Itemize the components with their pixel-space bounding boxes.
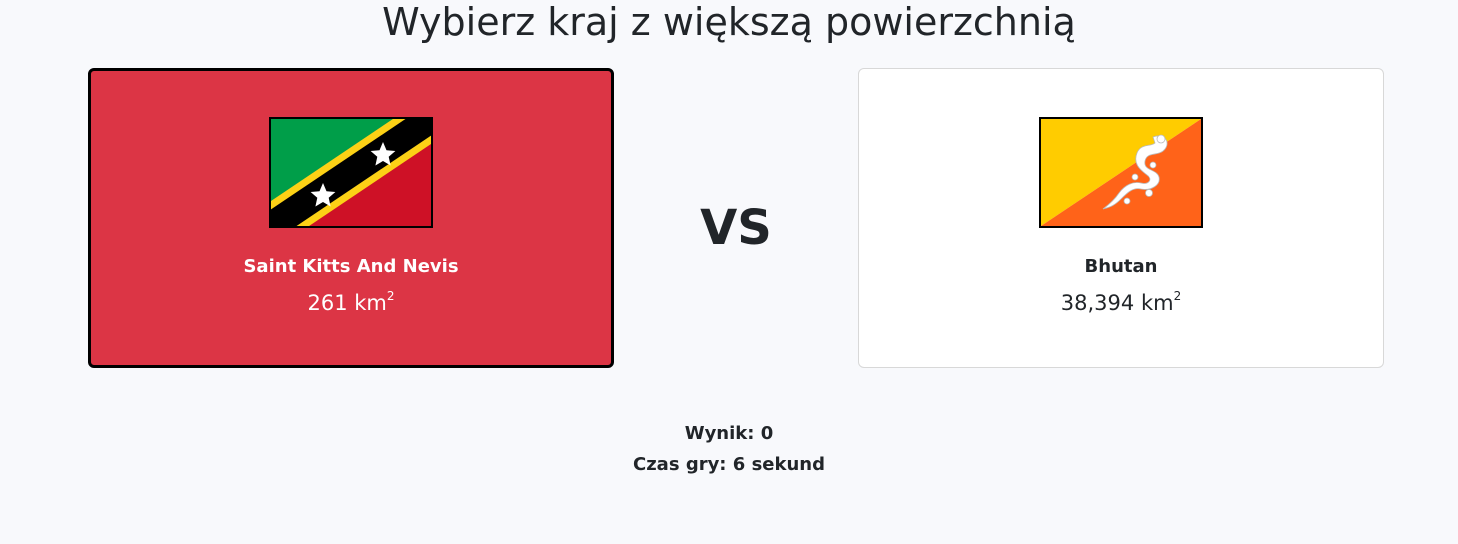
bhutan-flag-icon xyxy=(1039,117,1203,228)
country-area-right: 38,394 km2 xyxy=(859,289,1383,315)
page-title: Wybierz kraj z większą powierzchnią xyxy=(382,0,1076,44)
country-card-left[interactable]: Saint Kitts And Nevis 261 km2 xyxy=(88,68,614,368)
country-name-left: Saint Kitts And Nevis xyxy=(243,256,459,277)
country-card-right[interactable]: Bhutan 38,394 km2 xyxy=(858,68,1384,368)
country-area-value-left: 261 xyxy=(307,291,348,315)
score-text: Wynik: 0 xyxy=(684,423,774,444)
country-area-left: 261 km2 xyxy=(91,289,611,315)
saint-kitts-and-nevis-flag-icon xyxy=(269,117,433,228)
area-unit-left: km xyxy=(354,291,387,315)
area-unit-right: km xyxy=(1140,291,1174,315)
country-area-value-right: 38,394 xyxy=(1060,291,1135,315)
area-unit-sup-left: 2 xyxy=(386,289,395,303)
game-stats: Wynik: 0 Czas gry: 6 sekund xyxy=(0,418,1458,480)
area-unit-sup-right: 2 xyxy=(1173,289,1182,303)
game-time-text: Czas gry: 6 sekund xyxy=(633,454,825,475)
country-name-right: Bhutan xyxy=(1084,256,1158,277)
vs-label: VS xyxy=(700,200,772,256)
